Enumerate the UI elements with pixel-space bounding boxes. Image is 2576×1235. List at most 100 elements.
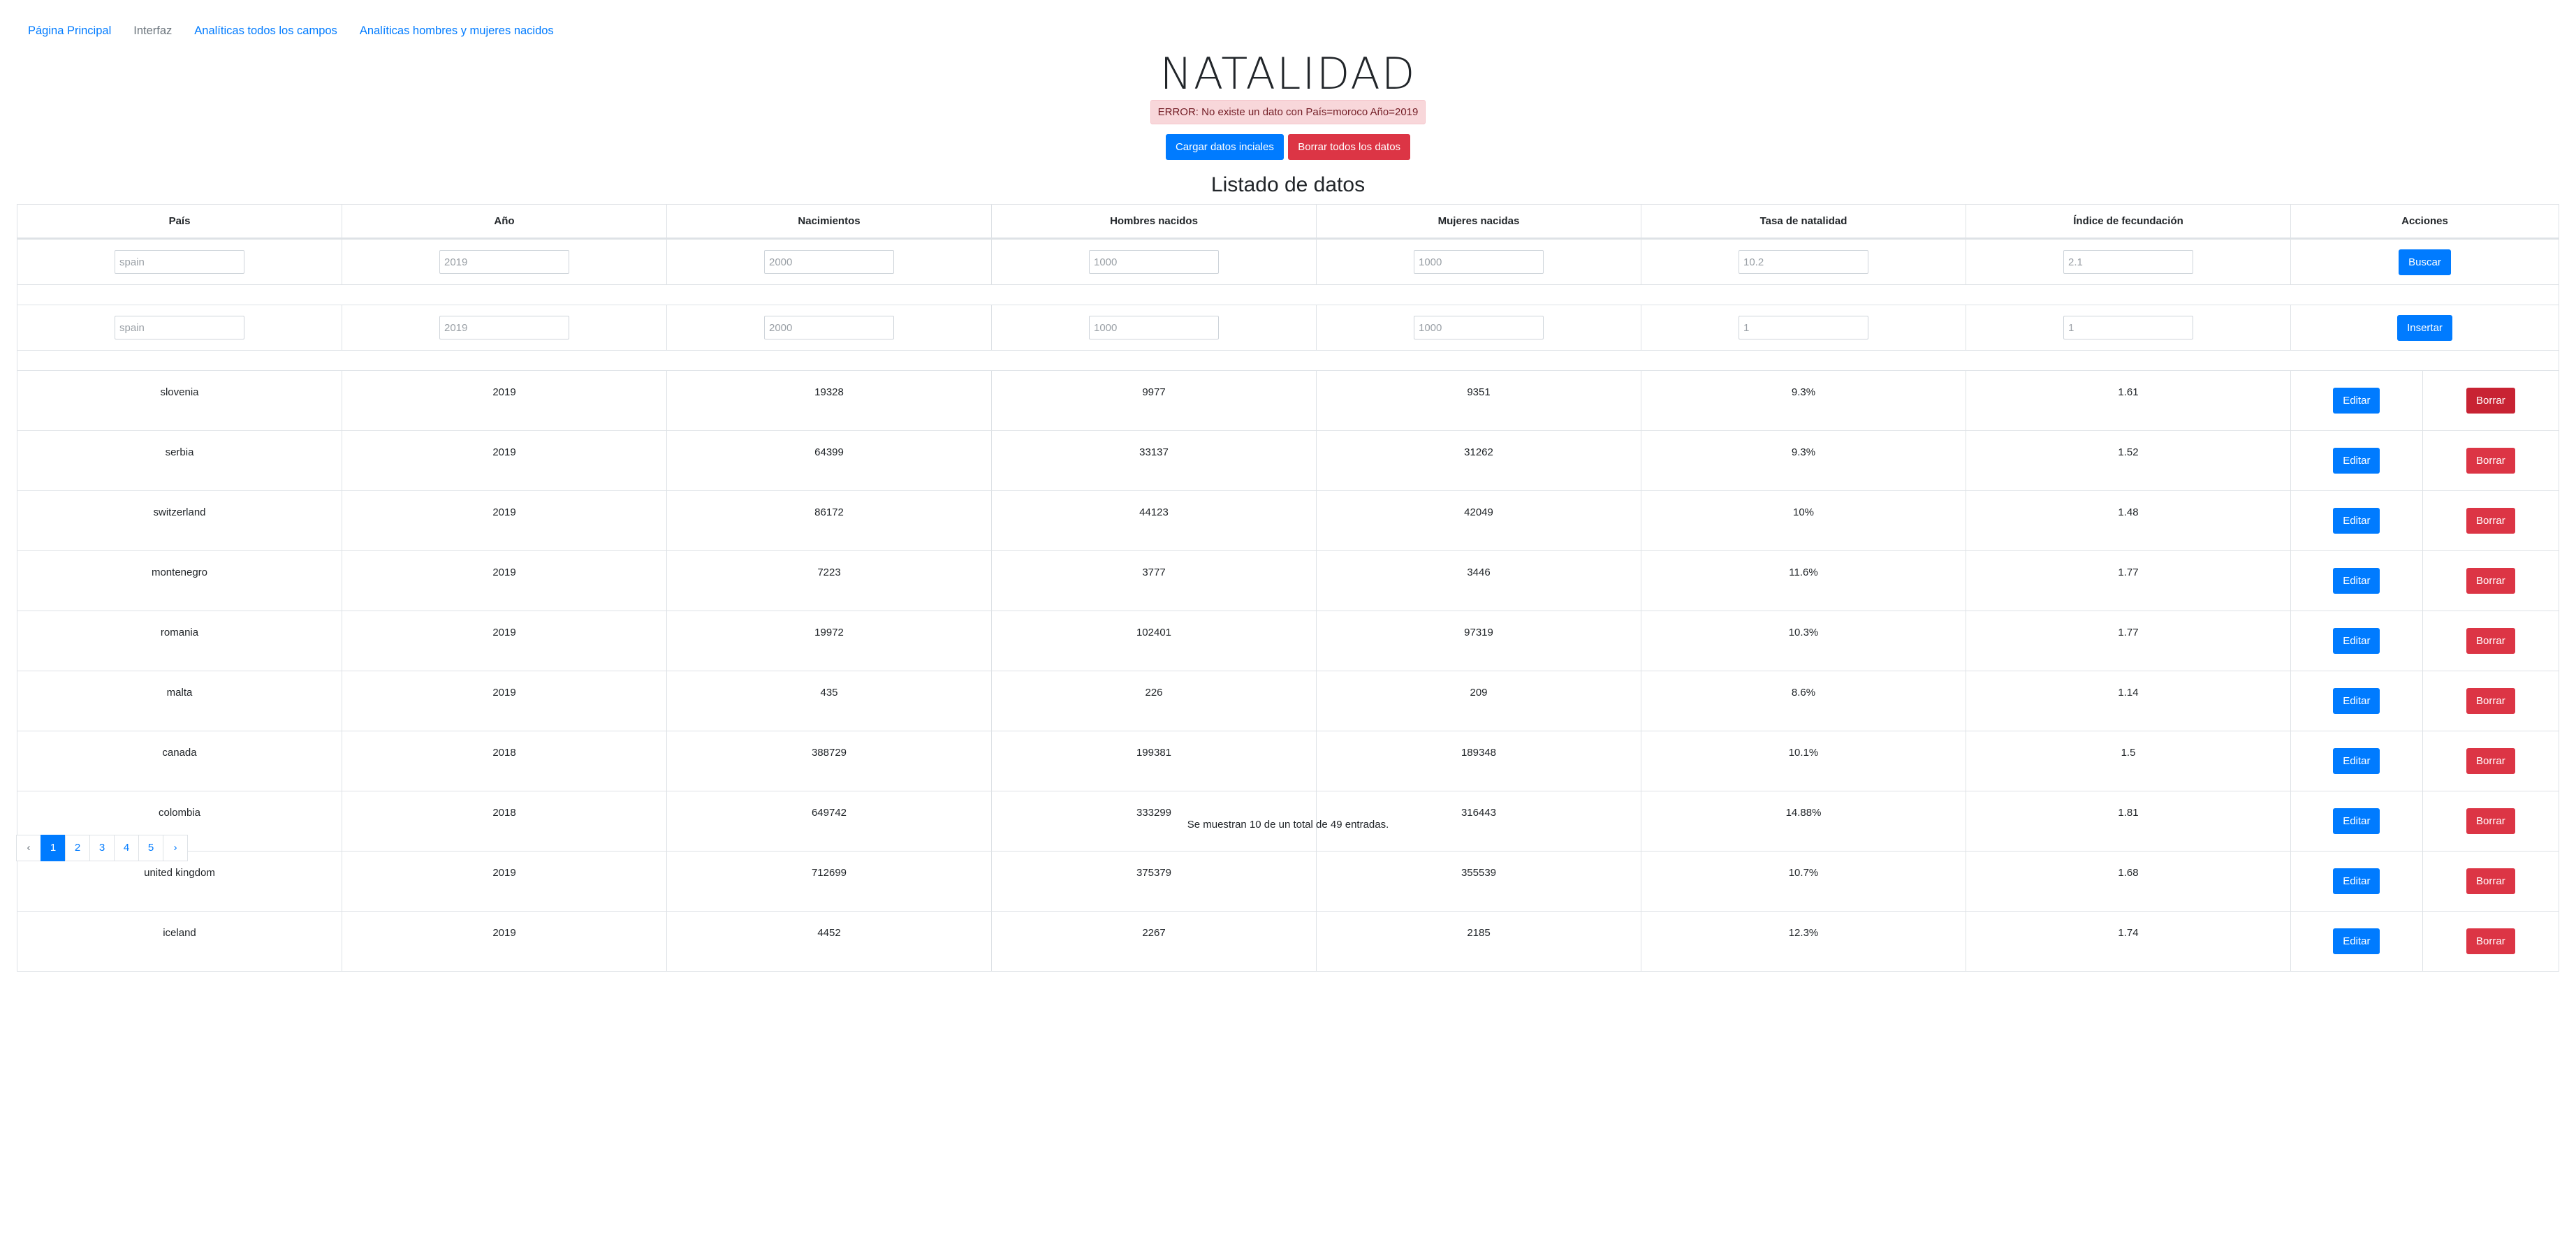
- cell-country: slovenia: [17, 370, 342, 431]
- pagination-page-4[interactable]: 4: [114, 835, 139, 861]
- pagination-page-3[interactable]: 3: [89, 835, 115, 861]
- pagination-prev-icon[interactable]: ‹: [16, 835, 41, 861]
- insert-men-input[interactable]: [1089, 316, 1219, 339]
- insert-button[interactable]: Insertar: [2397, 314, 2452, 341]
- cell-year: 2019: [342, 851, 667, 912]
- cell-fertility: 1.68: [1966, 851, 2291, 912]
- table-row: iceland 2019 4452 2267 2185 12.3% 1.74 Editar Bo…: [17, 911, 2560, 972]
- table-row: slovenia 2019 19328 9977 9351 9.3% 1.61 Editar B…: [17, 370, 2560, 431]
- cell-women: 3446: [1316, 550, 1641, 611]
- insert-women-input[interactable]: [1414, 316, 1544, 339]
- cell-men: 3777: [991, 550, 1317, 611]
- cell-birth-rate: 12.3%: [1641, 911, 1966, 972]
- cell-women: 97319: [1316, 611, 1641, 671]
- cell-men: 33137: [991, 430, 1317, 491]
- cell-birth-rate: 11.6%: [1641, 550, 1966, 611]
- edit-button[interactable]: Editar: [2333, 387, 2380, 414]
- header-year: Año: [342, 204, 667, 240]
- edit-button[interactable]: Editar: [2333, 928, 2380, 954]
- cell-year: 2018: [342, 731, 667, 791]
- load-initial-data-button[interactable]: Cargar datos inciales: [1165, 134, 1284, 160]
- edit-button[interactable]: Editar: [2333, 627, 2380, 654]
- edit-button[interactable]: Editar: [2333, 567, 2380, 594]
- header-birth-rate: Tasa de natalidad: [1641, 204, 1966, 240]
- search-button[interactable]: Buscar: [2399, 249, 2451, 275]
- delete-all-data-button[interactable]: Borrar todos los datos: [1288, 134, 1411, 160]
- alert-container: ERROR: No existe un dato con País=moroco…: [0, 100, 2576, 124]
- cell-women: 31262: [1316, 430, 1641, 491]
- insert-country-input[interactable]: [115, 316, 244, 339]
- table-header-row: País Año Nacimientos Hombres nacidos Muj…: [17, 204, 2559, 240]
- header-actions: Acciones: [2290, 204, 2559, 240]
- cell-births: 64399: [666, 430, 992, 491]
- cell-fertility: 1.14: [1966, 671, 2291, 731]
- cell-year: 2019: [342, 550, 667, 611]
- edit-button[interactable]: Editar: [2333, 747, 2380, 774]
- edit-button[interactable]: Editar: [2333, 868, 2380, 894]
- top-nav: Página Principal Interfaz Analíticas tod…: [17, 21, 565, 41]
- header-country: País: [17, 204, 342, 240]
- table-row: romania 2019 19972 102401 97319 10.3% 1.77 Edit…: [17, 611, 2560, 671]
- search-births-input[interactable]: [764, 250, 894, 274]
- cell-women: 42049: [1316, 490, 1641, 551]
- cell-year: 2019: [342, 671, 667, 731]
- edit-button[interactable]: Editar: [2333, 447, 2380, 474]
- pagination-page-2[interactable]: 2: [65, 835, 90, 861]
- nav-analytics-all-link[interactable]: Analíticas todos los campos: [183, 21, 349, 41]
- insert-year-input[interactable]: [439, 316, 569, 339]
- cell-men: 9977: [991, 370, 1317, 431]
- cell-births: 388729: [666, 731, 992, 791]
- cell-year: 2019: [342, 370, 667, 431]
- cell-men: 226: [991, 671, 1317, 731]
- delete-button[interactable]: Borrar: [2466, 868, 2515, 894]
- cell-women: 189348: [1316, 731, 1641, 791]
- cell-men: 199381: [991, 731, 1317, 791]
- insert-birth-rate-input[interactable]: [1739, 316, 1868, 339]
- delete-button[interactable]: Borrar: [2466, 747, 2515, 774]
- cell-women: 209: [1316, 671, 1641, 731]
- cell-women: 2185: [1316, 911, 1641, 972]
- page-title: NATALIDAD: [1159, 48, 1417, 99]
- cell-births: 435: [666, 671, 992, 731]
- pagination-page-1[interactable]: 1: [41, 835, 66, 861]
- delete-button[interactable]: Borrar: [2466, 687, 2515, 714]
- cell-country: romania: [17, 611, 342, 671]
- delete-button[interactable]: Borrar: [2466, 447, 2515, 474]
- nav-home-link[interactable]: Página Principal: [17, 21, 122, 41]
- error-alert: ERROR: No existe un dato con País=moroco…: [1150, 100, 1426, 124]
- cell-birth-rate: 10.1%: [1641, 731, 1966, 791]
- spacer-row: [17, 284, 2559, 305]
- delete-button[interactable]: Borrar: [2466, 567, 2515, 594]
- edit-button[interactable]: Editar: [2333, 507, 2380, 534]
- cell-country: canada: [17, 731, 342, 791]
- search-country-input[interactable]: [115, 250, 244, 274]
- cell-births: 86172: [666, 490, 992, 551]
- cell-birth-rate: 8.6%: [1641, 671, 1966, 731]
- insert-births-input[interactable]: [764, 316, 894, 339]
- header-women: Mujeres nacidas: [1316, 204, 1641, 240]
- search-fertility-input[interactable]: [2063, 250, 2193, 274]
- cell-birth-rate: 10%: [1641, 490, 1966, 551]
- pagination-next-icon[interactable]: ›: [163, 835, 188, 861]
- cell-country: montenegro: [17, 550, 342, 611]
- table-row: switzerland 2019 86172 44123 42049 10% 1.48 Edi…: [17, 490, 2560, 551]
- cell-women: 355539: [1316, 851, 1641, 912]
- search-year-input[interactable]: [439, 250, 569, 274]
- delete-button[interactable]: Borrar: [2466, 627, 2515, 654]
- search-men-input[interactable]: [1089, 250, 1219, 274]
- nav-interface-link[interactable]: Interfaz: [122, 21, 183, 41]
- delete-button[interactable]: Borrar: [2466, 928, 2515, 954]
- delete-button[interactable]: Borrar: [2466, 387, 2515, 414]
- nav-analytics-gender-link[interactable]: Analíticas hombres y mujeres nacidos: [349, 21, 565, 41]
- cell-fertility: 1.77: [1966, 611, 2291, 671]
- search-women-input[interactable]: [1414, 250, 1544, 274]
- cell-birth-rate: 9.3%: [1641, 370, 1966, 431]
- cell-birth-rate: 9.3%: [1641, 430, 1966, 491]
- search-birth-rate-input[interactable]: [1739, 250, 1868, 274]
- insert-fertility-input[interactable]: [2063, 316, 2193, 339]
- cell-country: malta: [17, 671, 342, 731]
- delete-button[interactable]: Borrar: [2466, 507, 2515, 534]
- pagination-page-5[interactable]: 5: [138, 835, 163, 861]
- table-row: malta 2019 435 226 209 8.6% 1.14 Editar Borrar: [17, 671, 2560, 731]
- edit-button[interactable]: Editar: [2333, 687, 2380, 714]
